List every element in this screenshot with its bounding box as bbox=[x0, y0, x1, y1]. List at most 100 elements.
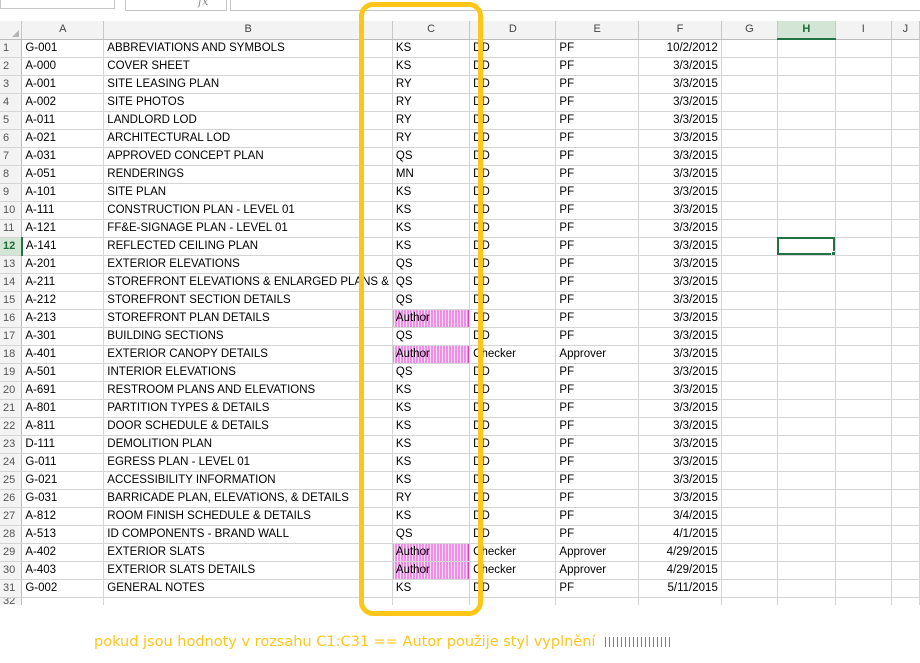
column-header-b[interactable]: B bbox=[103, 21, 393, 40]
cell-e[interactable]: PF bbox=[555, 327, 640, 346]
cell-b[interactable]: RENDERINGS bbox=[103, 165, 393, 184]
cell-j[interactable] bbox=[891, 507, 920, 526]
cell-g[interactable] bbox=[721, 237, 778, 256]
cell-a[interactable]: A-101 bbox=[21, 183, 105, 202]
row-header[interactable]: 20 bbox=[0, 381, 23, 400]
cell-e[interactable]: PF bbox=[555, 219, 640, 238]
cell-d[interactable]: DD bbox=[469, 57, 557, 76]
cell-c[interactable]: RY bbox=[392, 75, 471, 94]
cell-d[interactable]: DD bbox=[469, 39, 557, 58]
cell-i[interactable] bbox=[835, 201, 892, 220]
row-header[interactable]: 1 bbox=[0, 39, 23, 58]
cell-h[interactable] bbox=[777, 255, 836, 274]
cell-j[interactable] bbox=[891, 237, 920, 256]
cell-h[interactable] bbox=[777, 273, 836, 292]
cell-e[interactable]: PF bbox=[555, 183, 640, 202]
column-header-i[interactable]: I bbox=[835, 21, 892, 40]
cell-g[interactable] bbox=[721, 147, 778, 166]
cell-f[interactable]: 3/3/2015 bbox=[638, 489, 722, 508]
cell-c[interactable]: KS bbox=[392, 417, 471, 436]
cell-b[interactable]: ABBREVIATIONS AND SYMBOLS bbox=[103, 39, 393, 58]
cell-h[interactable] bbox=[777, 543, 836, 562]
cell[interactable] bbox=[777, 597, 836, 605]
cell-f[interactable]: 3/3/2015 bbox=[638, 183, 722, 202]
cell-j[interactable] bbox=[891, 57, 920, 76]
cell-e[interactable]: PF bbox=[555, 381, 640, 400]
cell-c[interactable]: QS bbox=[392, 363, 471, 382]
cell-e[interactable]: PF bbox=[555, 255, 640, 274]
cell-a[interactable]: D-111 bbox=[21, 435, 105, 454]
cell-j[interactable] bbox=[891, 399, 920, 418]
cell-j[interactable] bbox=[891, 345, 920, 364]
cell-g[interactable] bbox=[721, 507, 778, 526]
cell-f[interactable]: 3/3/2015 bbox=[638, 345, 722, 364]
cell-c[interactable]: Author bbox=[392, 561, 471, 580]
cell-h[interactable] bbox=[777, 147, 836, 166]
cell-e[interactable]: PF bbox=[555, 309, 640, 328]
cell-i[interactable] bbox=[835, 237, 892, 256]
row-header[interactable]: 21 bbox=[0, 399, 23, 418]
row-header[interactable]: 16 bbox=[0, 309, 23, 328]
cell-h[interactable] bbox=[777, 183, 836, 202]
cell-j[interactable] bbox=[891, 417, 920, 436]
cell-c[interactable]: KS bbox=[392, 183, 471, 202]
cell-c[interactable]: KS bbox=[392, 579, 471, 598]
cell-g[interactable] bbox=[721, 57, 778, 76]
cell-g[interactable] bbox=[721, 489, 778, 508]
cell-h[interactable] bbox=[777, 345, 836, 364]
cell-i[interactable] bbox=[835, 399, 892, 418]
cell-j[interactable] bbox=[891, 111, 920, 130]
cell-e[interactable]: PF bbox=[555, 435, 640, 454]
cell-a[interactable]: A-801 bbox=[21, 399, 105, 418]
cell-i[interactable] bbox=[835, 345, 892, 364]
cell-f[interactable]: 3/3/2015 bbox=[638, 417, 722, 436]
cell-b[interactable]: APPROVED CONCEPT PLAN bbox=[103, 147, 393, 166]
cell-a[interactable]: A-141 bbox=[21, 237, 105, 256]
cell-f[interactable]: 3/3/2015 bbox=[638, 111, 722, 130]
cell-a[interactable]: A-513 bbox=[21, 525, 105, 544]
cell-f[interactable]: 3/4/2015 bbox=[638, 507, 722, 526]
cell-g[interactable] bbox=[721, 471, 778, 490]
row-header[interactable]: 26 bbox=[0, 489, 23, 508]
cell-j[interactable] bbox=[891, 75, 920, 94]
cell-a[interactable]: A-401 bbox=[21, 345, 105, 364]
cell-h[interactable] bbox=[777, 291, 836, 310]
cell-e[interactable]: PF bbox=[555, 525, 640, 544]
cell-d[interactable]: DD bbox=[469, 219, 557, 238]
cell-j[interactable] bbox=[891, 435, 920, 454]
cell-h[interactable] bbox=[777, 93, 836, 112]
column-header-d[interactable]: D bbox=[469, 21, 557, 40]
cell-f[interactable]: 3/3/2015 bbox=[638, 273, 722, 292]
cell-e[interactable]: PF bbox=[555, 147, 640, 166]
cell-g[interactable] bbox=[721, 435, 778, 454]
cell-f[interactable]: 3/3/2015 bbox=[638, 453, 722, 472]
cell[interactable] bbox=[555, 597, 640, 605]
cell-i[interactable] bbox=[835, 489, 892, 508]
row-header[interactable]: 14 bbox=[0, 273, 23, 292]
cell-h[interactable] bbox=[777, 507, 836, 526]
cell-e[interactable]: PF bbox=[555, 507, 640, 526]
cell-a[interactable]: A-212 bbox=[21, 291, 105, 310]
cell[interactable] bbox=[638, 597, 722, 605]
cell-a[interactable]: G-031 bbox=[21, 489, 105, 508]
cell-j[interactable] bbox=[891, 309, 920, 328]
row-header[interactable]: 15 bbox=[0, 291, 23, 310]
row-header[interactable]: 11 bbox=[0, 219, 23, 238]
cell-e[interactable]: PF bbox=[555, 57, 640, 76]
cell-j[interactable] bbox=[891, 525, 920, 544]
cell-j[interactable] bbox=[891, 561, 920, 580]
cell-g[interactable] bbox=[721, 291, 778, 310]
cell-d[interactable]: DD bbox=[469, 255, 557, 274]
cell-b[interactable]: GENERAL NOTES bbox=[103, 579, 393, 598]
cell-j[interactable] bbox=[891, 129, 920, 148]
cell-b[interactable]: BARRICADE PLAN, ELEVATIONS, & DETAILS bbox=[103, 489, 393, 508]
cell-c[interactable]: RY bbox=[392, 111, 471, 130]
cell-c[interactable]: KS bbox=[392, 453, 471, 472]
row-header[interactable]: 17 bbox=[0, 327, 23, 346]
cell[interactable] bbox=[103, 597, 393, 605]
cell-f[interactable]: 3/3/2015 bbox=[638, 363, 722, 382]
column-header-f[interactable]: F bbox=[638, 21, 722, 40]
cell-f[interactable]: 3/3/2015 bbox=[638, 75, 722, 94]
cell-j[interactable] bbox=[891, 165, 920, 184]
cell-d[interactable]: DD bbox=[469, 309, 557, 328]
